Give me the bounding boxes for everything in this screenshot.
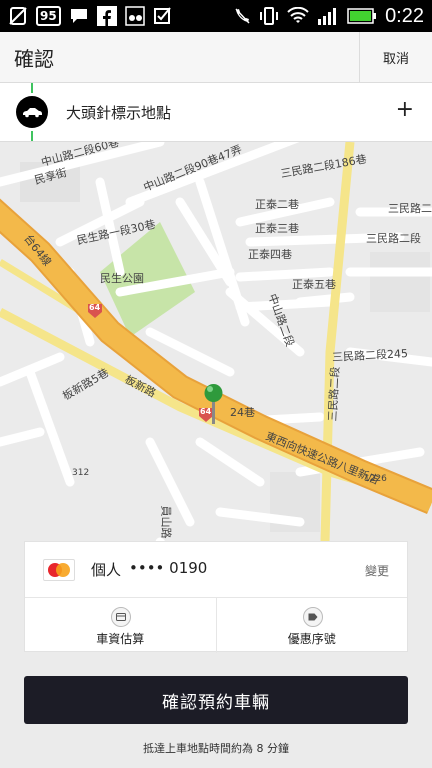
route-line-bottom bbox=[31, 131, 33, 141]
map-label: 正泰三巷 bbox=[255, 222, 299, 235]
map-label: 員山路 bbox=[159, 505, 173, 539]
cancel-button[interactable]: 取消 bbox=[359, 32, 432, 82]
route-shield-label: 64 bbox=[200, 407, 212, 416]
clock: 0:22 bbox=[385, 4, 424, 27]
card-number: •••• 0190 bbox=[129, 559, 208, 577]
car-icon bbox=[16, 96, 48, 128]
status-bar: 95 0:22 bbox=[0, 0, 432, 32]
notification-count-badge: 95 bbox=[36, 6, 61, 26]
message-icon bbox=[69, 6, 89, 26]
promo-code-button[interactable]: 優惠序號 bbox=[215, 598, 408, 653]
map-label: 24巷 bbox=[230, 406, 255, 419]
change-payment-button[interactable]: 變更 bbox=[365, 562, 389, 579]
vibrate-icon bbox=[259, 6, 279, 26]
map-label: 1226 bbox=[364, 474, 387, 484]
fare-estimate-button[interactable]: 車資估算 bbox=[25, 598, 216, 653]
payment-method-row[interactable]: 個人 •••• 0190 變更 bbox=[25, 542, 407, 598]
facebook-icon bbox=[96, 6, 117, 26]
route-line-top bbox=[31, 83, 33, 93]
payment-options: 車資估算 優惠序號 bbox=[25, 598, 407, 653]
map-label: 312 bbox=[72, 468, 90, 478]
battery-icon bbox=[347, 8, 377, 24]
map-label: 正泰四巷 bbox=[248, 248, 292, 261]
route-shield-label: 64 bbox=[89, 303, 101, 312]
confirm-pickup-button[interactable]: 確認預約車輛 bbox=[24, 676, 408, 724]
map-label: 三民路二段 bbox=[326, 366, 342, 422]
map-label: 三民路二段 bbox=[366, 232, 421, 245]
map-label: 正泰五巷 bbox=[292, 278, 336, 291]
map-label: 三民路二段 bbox=[388, 202, 432, 215]
eta-text: 抵達上車地點時間約為 8 分鐘 bbox=[143, 742, 289, 755]
mute-icon bbox=[233, 7, 251, 25]
app-header: 確認 取消 bbox=[0, 32, 432, 83]
fare-estimate-icon bbox=[111, 607, 132, 627]
signal-icon bbox=[317, 7, 339, 25]
payment-profile-name: 個人 bbox=[91, 561, 122, 579]
payment-card: 個人 •••• 0190 變更 車資估算 優惠序號 bbox=[24, 541, 408, 653]
map-view[interactable]: 民享街 中山路二段60巷 中山路二段90巷47弄 三民路二段186巷 台64線 … bbox=[0, 142, 432, 768]
promo-tag-icon bbox=[302, 607, 323, 627]
pickup-location-label: 大頭針標示地點 bbox=[66, 104, 172, 122]
wifi-icon bbox=[287, 7, 309, 25]
map-label: 正泰二巷 bbox=[255, 198, 299, 211]
map-label: 民生公園 bbox=[100, 272, 144, 285]
no-sim-icon bbox=[8, 6, 28, 26]
checkbox-icon bbox=[153, 6, 173, 26]
promo-code-label: 優惠序號 bbox=[287, 632, 336, 646]
fare-estimate-label: 車資估算 bbox=[96, 632, 145, 646]
add-location-button[interactable]: + bbox=[396, 97, 414, 122]
app-icon bbox=[124, 6, 145, 26]
pickup-location-row[interactable]: 大頭針標示地點 + bbox=[0, 83, 432, 142]
page-title: 確認 bbox=[14, 46, 54, 71]
mastercard-icon bbox=[43, 559, 75, 581]
